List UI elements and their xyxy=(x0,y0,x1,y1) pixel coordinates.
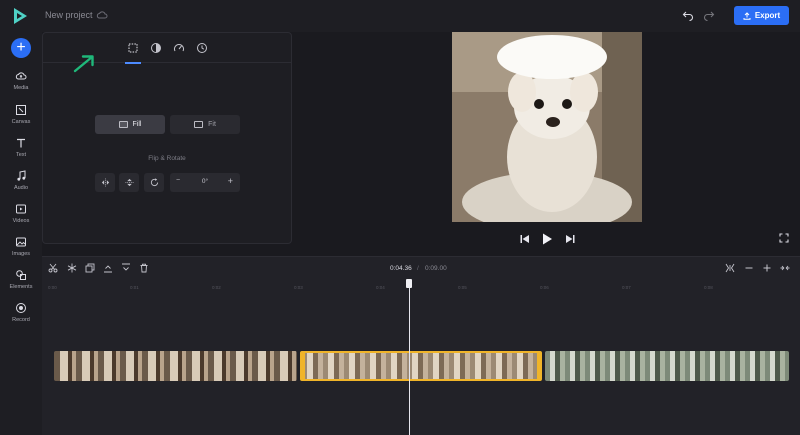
sidebar-item-label: Record xyxy=(12,317,30,323)
flip-vertical-button[interactable] xyxy=(119,173,139,192)
sidebar-item-elements[interactable]: Elements xyxy=(0,269,42,290)
sidebar-item-label: Images xyxy=(11,251,31,257)
video-clip[interactable] xyxy=(54,351,297,381)
ruler-tick: 0:02 xyxy=(212,285,221,290)
properties-panel: Fill Fit Flip & Rotate − 0° + xyxy=(42,32,292,244)
time-separator: / xyxy=(417,265,419,272)
skip-forward-icon[interactable] xyxy=(565,234,575,244)
move-up-icon[interactable] xyxy=(103,263,113,273)
add-media-button[interactable]: + xyxy=(11,38,31,58)
record-icon xyxy=(16,303,26,313)
rotation-increase-button[interactable]: + xyxy=(228,176,233,186)
text-icon xyxy=(17,138,25,148)
flip-horizontal-icon xyxy=(101,178,109,187)
ruler-tick: 0:07 xyxy=(622,285,631,290)
sidebar-item-label: Media xyxy=(13,85,29,91)
sidebar-item-label: Videos xyxy=(12,218,30,224)
ruler-tick: 0:01 xyxy=(130,285,139,290)
annotation-arrow-icon xyxy=(73,55,94,73)
ruler-tick: 0:08 xyxy=(704,285,713,290)
flip-vertical-icon xyxy=(124,178,134,187)
sidebar-item-record[interactable]: Record xyxy=(0,302,42,323)
fit-timeline-icon[interactable] xyxy=(725,263,735,273)
playback-controls xyxy=(518,232,578,246)
current-time: 0:04.36 xyxy=(390,265,412,272)
video-preview[interactable] xyxy=(452,32,642,222)
fill-label: Fill xyxy=(132,121,142,128)
sidebar-item-images[interactable]: Images xyxy=(0,236,42,257)
cloud-upload-icon xyxy=(15,72,27,80)
duplicate-icon[interactable] xyxy=(85,263,95,273)
video-clip[interactable] xyxy=(545,351,789,381)
flip-horizontal-button[interactable] xyxy=(95,173,115,192)
flip-rotate-heading: Flip & Rotate xyxy=(148,155,186,162)
clip-trim-handle-right[interactable] xyxy=(537,353,540,379)
video-clip-selected[interactable] xyxy=(300,351,542,381)
clip-trim-handle-left[interactable] xyxy=(302,353,305,379)
fit-icon xyxy=(194,121,204,128)
preview-frame-image xyxy=(452,32,642,222)
image-icon xyxy=(16,237,26,247)
fit-label: Fit xyxy=(208,121,216,128)
speed-icon[interactable] xyxy=(173,42,185,54)
rotation-stepper[interactable]: − 0° + xyxy=(170,173,240,192)
freeze-snowflake-icon[interactable] xyxy=(67,263,77,273)
ruler-tick: 0:06 xyxy=(540,285,549,290)
fit-button[interactable]: Fit xyxy=(170,115,240,134)
canvas-icon xyxy=(16,105,26,115)
zoom-in-icon[interactable] xyxy=(762,263,772,273)
sidebar-item-text[interactable]: Text xyxy=(0,137,42,158)
fill-button[interactable]: Fill xyxy=(95,115,165,134)
active-tab-indicator xyxy=(125,62,141,64)
redo-icon[interactable] xyxy=(703,9,715,21)
sidebar-item-videos[interactable]: Videos xyxy=(0,203,42,224)
timeline: 0:04.36 / 0:09.00 0:00 0:01 0:02 0:03 0:… xyxy=(42,256,800,435)
ruler-tick: 0:04 xyxy=(376,285,385,290)
sidebar-item-label: Canvas xyxy=(11,119,31,125)
skip-back-icon[interactable] xyxy=(520,234,530,244)
left-sidebar: + Media Canvas Text Audio Videos Images … xyxy=(0,32,42,435)
cloud-sync-icon xyxy=(96,11,108,19)
delete-trash-icon[interactable] xyxy=(139,263,149,273)
color-adjust-icon[interactable] xyxy=(150,42,162,54)
sidebar-item-label: Text xyxy=(15,152,27,158)
undo-icon[interactable] xyxy=(682,9,694,21)
sidebar-item-audio[interactable]: Audio xyxy=(0,170,42,191)
fullscreen-icon[interactable] xyxy=(779,233,789,243)
collapse-timeline-icon[interactable] xyxy=(780,263,790,273)
move-down-icon[interactable] xyxy=(121,263,131,273)
clock-icon[interactable] xyxy=(196,42,208,54)
shapes-icon xyxy=(16,270,26,280)
upload-icon xyxy=(743,11,751,20)
export-label: Export xyxy=(754,11,781,20)
ruler-tick: 0:03 xyxy=(294,285,303,290)
playhead-handle[interactable] xyxy=(406,279,412,288)
music-note-icon xyxy=(17,170,26,181)
app-logo-icon[interactable] xyxy=(11,7,29,25)
sidebar-item-label: Elements xyxy=(9,284,33,290)
rotate-button[interactable] xyxy=(144,173,164,192)
sidebar-item-canvas[interactable]: Canvas xyxy=(0,104,42,125)
sidebar-item-media[interactable]: Media xyxy=(0,70,42,91)
crop-resize-icon[interactable] xyxy=(127,42,139,54)
play-icon[interactable] xyxy=(542,233,553,245)
rotate-icon xyxy=(150,178,158,187)
playhead-line xyxy=(409,281,410,435)
export-button[interactable]: Export xyxy=(734,6,789,25)
ruler-tick: 0:00 xyxy=(48,285,57,290)
fill-icon xyxy=(118,121,128,128)
video-icon xyxy=(16,204,26,214)
split-scissors-icon[interactable] xyxy=(48,263,58,273)
project-name[interactable]: New project xyxy=(45,10,93,20)
top-bar: New project Export xyxy=(0,0,800,32)
total-duration: 0:09.00 xyxy=(425,265,447,272)
sidebar-item-label: Audio xyxy=(13,185,29,191)
timeline-ruler[interactable]: 0:00 0:01 0:02 0:03 0:04 0:05 0:06 0:07 … xyxy=(42,279,800,291)
zoom-out-icon[interactable] xyxy=(744,263,754,273)
ruler-tick: 0:05 xyxy=(458,285,467,290)
